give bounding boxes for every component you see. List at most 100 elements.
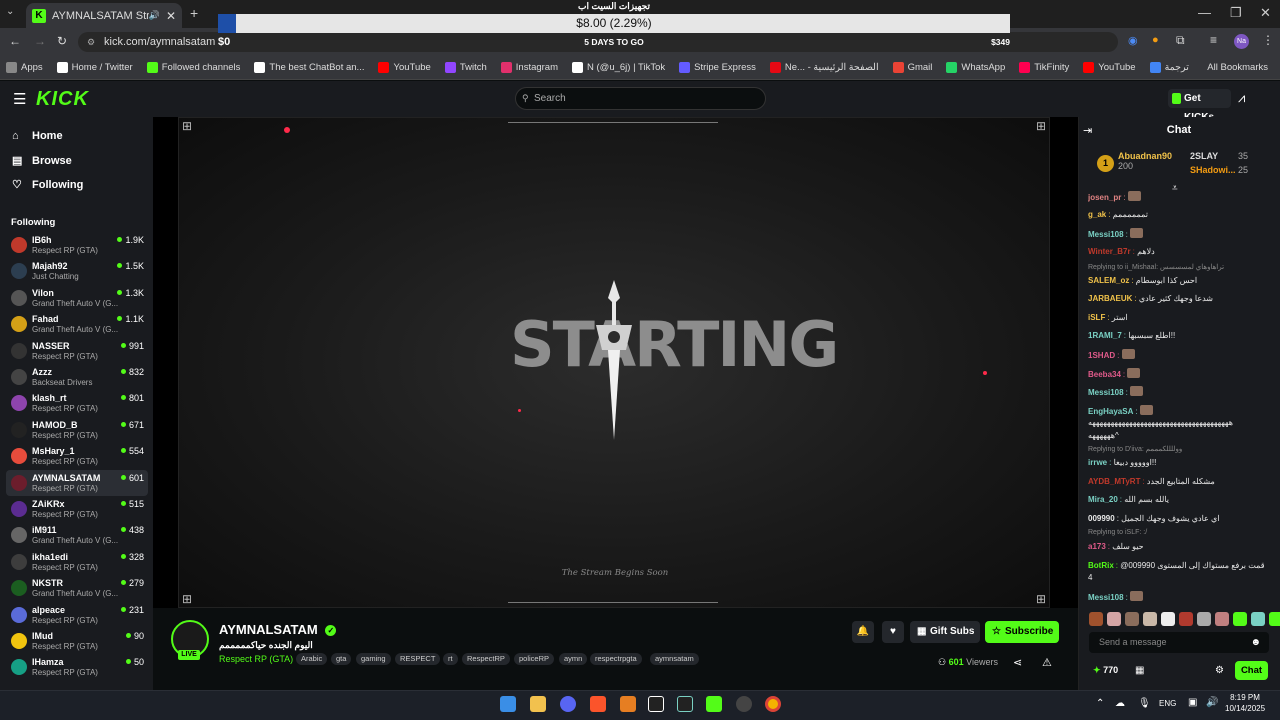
- chat-username[interactable]: Beeba34: [1088, 370, 1121, 379]
- extension-icon[interactable]: ◉: [1128, 34, 1138, 47]
- emote-icon[interactable]: [1269, 612, 1280, 626]
- tray-chevron-icon[interactable]: ⌃: [1096, 698, 1104, 709]
- followed-channel-item[interactable]: Fahad Grand Theft Auto V (G... 1.1K: [6, 311, 148, 337]
- followed-channel-item[interactable]: ZAiKRx Respect RP (GTA) 515: [6, 496, 148, 522]
- chat-username[interactable]: AYDB_MTyRT: [1088, 477, 1140, 486]
- site-info-icon[interactable]: ⚙: [87, 32, 95, 52]
- profile-avatar[interactable]: Na: [1234, 34, 1249, 49]
- bookmark-item[interactable]: Gmail: [892, 62, 932, 73]
- followed-channel-item[interactable]: Vilon Grand Theft Auto V (G... 1.3K: [6, 285, 148, 311]
- bookmark-item[interactable]: YouTube: [378, 62, 431, 73]
- start-icon[interactable]: [500, 696, 516, 712]
- address-bar[interactable]: ⚙ kick.com/aymnalsatam: [78, 32, 1118, 52]
- chat-username[interactable]: JARBAEUK: [1088, 294, 1132, 303]
- obs-icon[interactable]: [736, 696, 752, 712]
- network-icon[interactable]: ▣: [1188, 697, 1197, 708]
- get-kicks-button[interactable]: Get KICKs: [1168, 89, 1231, 123]
- chat-username[interactable]: 1SHAD: [1088, 351, 1115, 360]
- chat-username[interactable]: Messi108: [1088, 593, 1124, 602]
- terminal-icon[interactable]: [677, 696, 693, 712]
- followed-channel-item[interactable]: IMud Respect RP (GTA) 90: [6, 628, 148, 654]
- chat-username[interactable]: g_ak: [1088, 210, 1106, 219]
- follow-button[interactable]: ♥: [882, 621, 904, 643]
- followed-channel-item[interactable]: NASSER Respect RP (GTA) 991: [6, 338, 148, 364]
- subscribe-button[interactable]: ☆ Subscribe: [985, 621, 1059, 643]
- minimize-icon[interactable]: —: [1198, 5, 1211, 20]
- nav-following[interactable]: ♡ Following: [12, 178, 83, 192]
- chat-reply-context[interactable]: Replying to ii_Mishaal: تراهاوهاي لمسسسس: [1088, 263, 1224, 271]
- followed-channel-item[interactable]: AYMNALSATAM Respect RP (GTA) 601: [6, 469, 148, 496]
- mic-icon[interactable]: 🎙: [1138, 698, 1151, 709]
- chat-username[interactable]: EngHayaSA: [1088, 407, 1133, 416]
- chat-username[interactable]: SALEM_oz: [1088, 276, 1129, 285]
- app-icon[interactable]: [620, 696, 636, 712]
- language-indicator[interactable]: ENG: [1159, 699, 1176, 708]
- emote-icon[interactable]: [1143, 612, 1157, 626]
- bookmark-item[interactable]: Stripe Express: [679, 62, 756, 73]
- menu-dots-icon[interactable]: ⋮: [1262, 33, 1274, 47]
- bookmark-item[interactable]: YouTube: [1083, 62, 1136, 73]
- bookmark-item[interactable]: The best ChatBot an...: [254, 62, 364, 73]
- stream-tag[interactable]: rt: [443, 653, 458, 665]
- notifications-button[interactable]: 🔔: [852, 621, 874, 643]
- bookmark-item[interactable]: Twitch: [444, 62, 487, 73]
- gift-subs-button[interactable]: ▦ Gift Subs: [910, 621, 980, 643]
- search-input[interactable]: ⚲ Search: [515, 87, 766, 110]
- nav-home[interactable]: ⌂ Home: [12, 130, 63, 142]
- volume-icon[interactable]: 🔊: [1206, 697, 1218, 708]
- emote-icon[interactable]: [1215, 612, 1229, 626]
- bookmark-item[interactable]: Ne... - الصفحة الرئيسية: [769, 62, 879, 73]
- followed-channel-item[interactable]: MsHary_1 Respect RP (GTA) 554: [6, 443, 148, 469]
- stream-tag[interactable]: gaming: [356, 653, 391, 665]
- chat-username[interactable]: Mira_20: [1088, 495, 1118, 504]
- bookmark-item[interactable]: ترجمة: [1149, 62, 1189, 73]
- followed-channel-item[interactable]: ikha1edi Respect RP (GTA) 328: [6, 549, 148, 575]
- share-icon[interactable]: ⋖: [1013, 656, 1022, 669]
- nav-browse[interactable]: ▤ Browse: [12, 154, 72, 168]
- bookmark-item[interactable]: Apps: [6, 62, 43, 73]
- kick-app-icon[interactable]: [706, 696, 722, 712]
- tab-close-icon[interactable]: ✕: [166, 9, 176, 23]
- brave-icon[interactable]: [590, 696, 606, 712]
- emote-icon[interactable]: [1107, 612, 1121, 626]
- all-bookmarks[interactable]: All Bookmarks: [1207, 62, 1268, 73]
- emote-icon[interactable]: [1125, 612, 1139, 626]
- stream-tag[interactable]: policeRP: [514, 653, 555, 665]
- chat-username[interactable]: iSLF: [1088, 313, 1105, 322]
- emote-icon[interactable]: [1251, 612, 1265, 626]
- tab-list-icon[interactable]: ⌄: [6, 6, 14, 17]
- stream-tag[interactable]: respectrpgta: [590, 653, 642, 665]
- cloud-icon[interactable]: ☁: [1115, 698, 1125, 709]
- chat-username[interactable]: BotRix: [1088, 561, 1114, 570]
- report-icon[interactable]: ⚠: [1042, 656, 1052, 669]
- followed-channel-item[interactable]: HAMOD_B Respect RP (GTA) 671: [6, 417, 148, 443]
- followed-channel-item[interactable]: IHamza Respect RP (GTA) 50: [6, 654, 148, 680]
- discord-icon[interactable]: [560, 696, 576, 712]
- leaderboard-entry[interactable]: SHadowi... 25: [1190, 165, 1248, 175]
- bookmark-item[interactable]: TikFinity: [1019, 62, 1069, 73]
- forward-icon[interactable]: →: [34, 34, 46, 48]
- chat-username[interactable]: Messi108: [1088, 388, 1124, 397]
- stream-tag[interactable]: RespectRP: [462, 653, 510, 665]
- channel-points[interactable]: ✦ 770: [1093, 665, 1118, 676]
- stream-tag[interactable]: gta: [331, 653, 352, 665]
- emote-icon[interactable]: [1197, 612, 1211, 626]
- stream-category[interactable]: Respect RP (GTA): [219, 654, 293, 664]
- user-menu-icon[interactable]: ⩘: [1238, 90, 1245, 106]
- emote-icon[interactable]: [1179, 612, 1193, 626]
- stream-tag[interactable]: aymnsatam: [650, 653, 699, 665]
- capcut-icon[interactable]: [648, 696, 664, 712]
- file-explorer-icon[interactable]: [530, 696, 546, 712]
- new-tab-icon[interactable]: +: [190, 5, 198, 21]
- media-control-icon[interactable]: ≡: [1210, 33, 1217, 47]
- chat-username[interactable]: Winter_B7r: [1088, 247, 1131, 256]
- followed-channel-item[interactable]: IB6h Respect RP (GTA) 1.9K: [6, 232, 148, 258]
- followed-channel-item[interactable]: Azzz Backseat Drivers 832: [6, 364, 148, 390]
- bookmark-item[interactable]: WhatsApp: [946, 62, 1005, 73]
- back-icon[interactable]: ←: [9, 34, 21, 48]
- send-chat-button[interactable]: Chat: [1235, 661, 1268, 680]
- emote-icon[interactable]: [1089, 612, 1103, 626]
- followed-channel-item[interactable]: klash_rt Respect RP (GTA) 801: [6, 390, 148, 416]
- channel-name[interactable]: AYMNALSATAM ✓: [219, 622, 337, 637]
- kick-logo[interactable]: KICK: [36, 88, 89, 111]
